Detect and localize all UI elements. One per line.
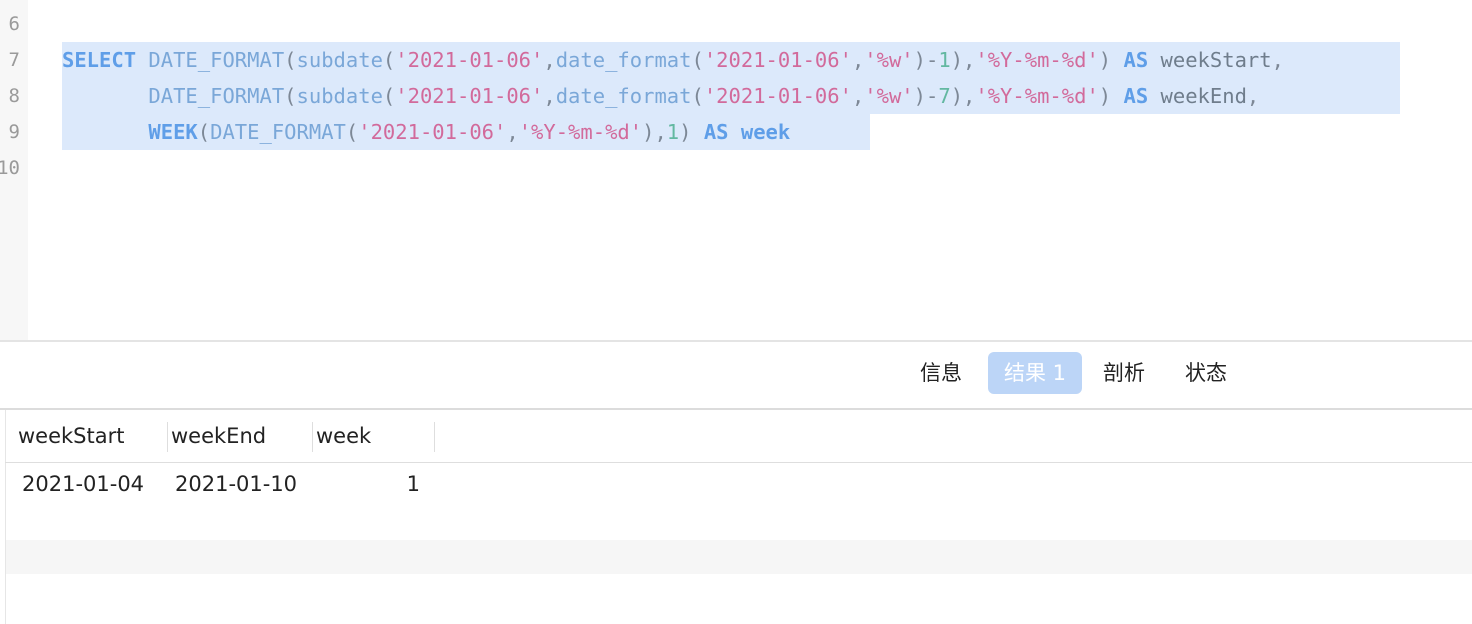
column-header-week[interactable]: week bbox=[312, 410, 434, 462]
grid-left-border bbox=[5, 410, 6, 624]
line-number: 9 bbox=[8, 121, 20, 143]
table-cell-week[interactable]: 1 bbox=[312, 466, 420, 502]
column-header-weekend[interactable]: weekEnd bbox=[167, 410, 313, 462]
code-line-7[interactable]: SELECT DATE_FORMAT(subdate('2021-01-06',… bbox=[62, 42, 1284, 78]
tab-info[interactable]: 信息 bbox=[904, 352, 978, 394]
line-number: 6 bbox=[8, 13, 20, 35]
table-cell-weekstart[interactable]: 2021-01-04 bbox=[22, 466, 144, 502]
column-resize-handle[interactable] bbox=[434, 422, 435, 452]
code-line-8[interactable]: DATE_FORMAT(subdate('2021-01-06',date_fo… bbox=[62, 78, 1259, 114]
result-tabs-bar: 信息 结果 1 剖析 状态 bbox=[0, 342, 1472, 408]
sql-editor[interactable]: 6 7 8 9 10 SELECT DATE_FORMAT(subdate('2… bbox=[0, 0, 1472, 340]
code-line-9[interactable]: WEEK(DATE_FORMAT('2021-01-06','%Y-%m-%d'… bbox=[62, 114, 790, 150]
tab-profile[interactable]: 剖析 bbox=[1087, 352, 1161, 394]
table-cell-weekend[interactable]: 2021-01-10 bbox=[175, 466, 297, 502]
result-grid[interactable]: weekStart weekEnd week 2021-01-04 2021-0… bbox=[0, 410, 1472, 624]
column-header-weekstart[interactable]: weekStart bbox=[14, 410, 168, 462]
empty-table-row bbox=[6, 540, 1472, 574]
code-area[interactable]: SELECT DATE_FORMAT(subdate('2021-01-06',… bbox=[28, 0, 1472, 340]
line-number: 8 bbox=[8, 85, 20, 107]
line-number: 7 bbox=[8, 49, 20, 71]
line-number-gutter: 6 7 8 9 10 bbox=[0, 0, 28, 340]
header-bottom-border bbox=[5, 462, 1472, 463]
line-number: 10 bbox=[0, 157, 20, 179]
tab-result-1[interactable]: 结果 1 bbox=[988, 352, 1083, 394]
tab-status[interactable]: 状态 bbox=[1169, 352, 1243, 394]
